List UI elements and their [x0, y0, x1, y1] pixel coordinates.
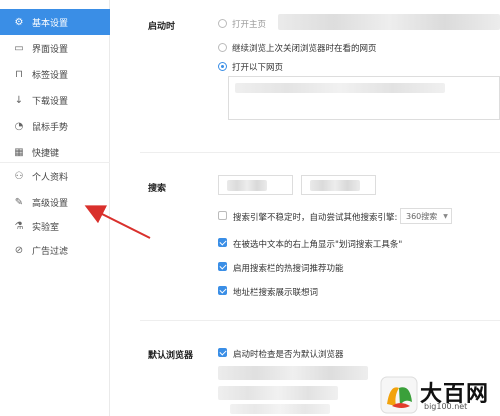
- startup-option-open-pages-radio[interactable]: [218, 62, 227, 71]
- sidebar-item-lab[interactable]: ⚗ 实验室: [0, 213, 110, 239]
- startup-section-label: 启动时: [148, 22, 176, 32]
- sidebar-item-label: 下载设置: [32, 96, 69, 107]
- watermark-logo: 大百网 big100.net: [380, 374, 500, 416]
- block-icon: ⊘: [14, 244, 24, 256]
- homepage-url-blurred: [278, 14, 500, 30]
- sidebar-item-download-settings[interactable]: ↓ 下载设置: [0, 87, 110, 113]
- settings-sidebar: ⚙ 基本设置 ▭ 界面设置 ⊓ 标签设置 ↓ 下载设置 ◔ 鼠标手势 ▦ 快捷键…: [0, 0, 110, 416]
- search-toolbar-checkbox[interactable]: [218, 238, 227, 247]
- sidebar-item-ad-filter[interactable]: ⊘ 广告过滤: [0, 237, 110, 263]
- mouse-icon: ◔: [14, 120, 24, 132]
- default-browser-checkbox[interactable]: [218, 348, 227, 357]
- chevron-down-icon: ▼: [443, 212, 448, 220]
- section-divider: [140, 320, 500, 321]
- search-suggest-label: 地址栏搜索展示联想词: [233, 288, 319, 298]
- sidebar-item-label: 实验室: [32, 222, 60, 233]
- window-icon: ▭: [14, 42, 24, 54]
- keyboard-icon: ▦: [14, 146, 24, 158]
- default-browser-action-blurred: [218, 386, 338, 400]
- search-fallback-select-value: 360搜索: [406, 211, 438, 221]
- sidebar-item-interface-settings[interactable]: ▭ 界面设置: [0, 35, 110, 61]
- watermark-logo-icon: [380, 376, 418, 414]
- search-hot-words-checkbox[interactable]: [218, 262, 227, 271]
- startup-option-open-pages-label: 打开以下网页: [232, 63, 284, 73]
- search-engine-secondary-select[interactable]: [301, 175, 376, 195]
- sidebar-item-label: 广告过滤: [32, 246, 69, 257]
- startup-option-restore-label: 继续浏览上次关闭浏览器时在看的网页: [232, 44, 377, 54]
- search-engine-secondary-blurred: [310, 180, 360, 191]
- settings-content: 启动时 打开主页 继续浏览上次关闭浏览器时在看的网页 打开以下网页 搜索 搜索引…: [110, 0, 500, 416]
- section-divider: [140, 152, 500, 153]
- sidebar-item-basic-settings[interactable]: ⚙ 基本设置: [0, 9, 110, 35]
- sidebar-item-mouse-gestures[interactable]: ◔ 鼠标手势: [0, 113, 110, 139]
- startup-option-restore-radio[interactable]: [218, 43, 227, 52]
- tab-icon: ⊓: [15, 68, 23, 80]
- sidebar-item-label: 鼠标手势: [32, 122, 69, 133]
- search-fallback-label: 搜索引擎不稳定时，自动尝试其他搜索引擎:: [233, 213, 398, 223]
- startup-pages-list[interactable]: [228, 76, 500, 120]
- flask-icon: ⚗: [14, 220, 24, 232]
- sidebar-item-label: 个人资料: [32, 172, 69, 183]
- startup-option-homepage-radio[interactable]: [218, 19, 227, 28]
- search-toolbar-label: 在被选中文本的右上角显示"划词搜索工具条": [233, 240, 403, 250]
- sidebar-item-label: 快捷键: [32, 148, 60, 159]
- sidebar-item-tab-settings[interactable]: ⊓ 标签设置: [0, 61, 110, 87]
- default-browser-status-blurred: [218, 366, 368, 380]
- default-browser-label: 启动时检查是否为默认浏览器: [233, 350, 344, 360]
- sidebar-item-label: 标签设置: [32, 70, 69, 81]
- watermark-url: big100.net: [424, 402, 468, 411]
- default-browser-section-label: 默认浏览器: [148, 351, 194, 361]
- download-icon: ↓: [14, 94, 24, 106]
- sidebar-item-profile[interactable]: ⚇ 个人资料: [0, 163, 110, 189]
- search-section-label: 搜索: [148, 184, 167, 194]
- search-engine-blurred: [227, 180, 267, 191]
- sidebar-item-label: 界面设置: [32, 44, 69, 55]
- wrench-icon: ✎: [14, 196, 24, 208]
- search-engine-select[interactable]: [218, 175, 293, 195]
- sidebar-item-advanced-settings[interactable]: ✎ 高级设置: [0, 189, 110, 215]
- startup-option-homepage-label: 打开主页: [232, 20, 267, 30]
- user-icon: ⚇: [14, 170, 24, 182]
- search-suggest-checkbox[interactable]: [218, 286, 227, 295]
- search-fallback-checkbox[interactable]: [218, 211, 227, 220]
- gear-icon: ⚙: [14, 16, 24, 28]
- sidebar-item-label: 高级设置: [32, 198, 69, 209]
- startup-page-blurred: [235, 83, 445, 93]
- sidebar-item-label: 基本设置: [32, 18, 69, 29]
- default-browser-extra-blurred: [230, 404, 330, 414]
- search-hot-words-label: 启用搜索栏的热搜词推荐功能: [233, 264, 344, 274]
- search-fallback-select[interactable]: 360搜索 ▼: [400, 208, 452, 224]
